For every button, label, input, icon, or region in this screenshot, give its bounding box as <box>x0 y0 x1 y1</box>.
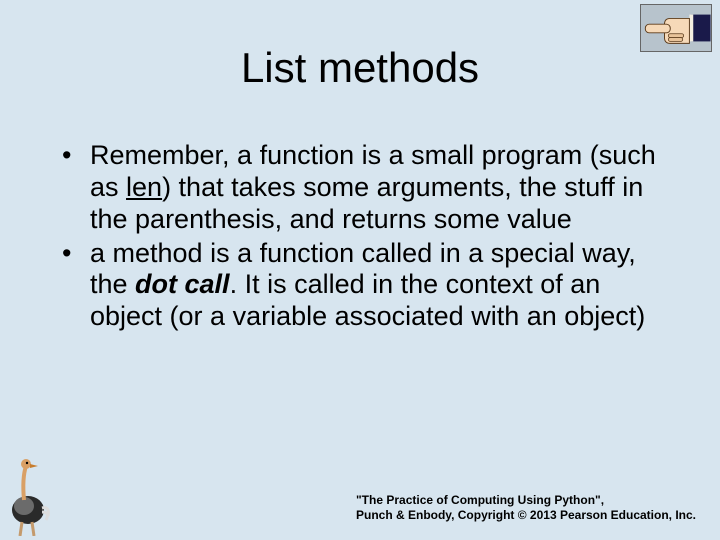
slide-title: List methods <box>0 44 720 92</box>
bullet-text: ) that takes some arguments, the stuff i… <box>90 172 643 234</box>
slide: List methods Remember, a function is a s… <box>0 0 720 540</box>
ostrich-icon <box>4 456 52 536</box>
function-name-len: len <box>126 172 162 202</box>
slide-footer: "The Practice of Computing Using Python"… <box>356 493 696 522</box>
bullet-item: Remember, a function is a small program … <box>62 140 660 236</box>
slide-body: Remember, a function is a small program … <box>62 140 660 335</box>
footer-line: "The Practice of Computing Using Python"… <box>356 493 696 507</box>
bullet-item: a method is a function called in a speci… <box>62 238 660 334</box>
footer-line: Punch & Enbody, Copyright © 2013 Pearson… <box>356 508 696 522</box>
term-dot-call: dot call <box>135 269 230 299</box>
